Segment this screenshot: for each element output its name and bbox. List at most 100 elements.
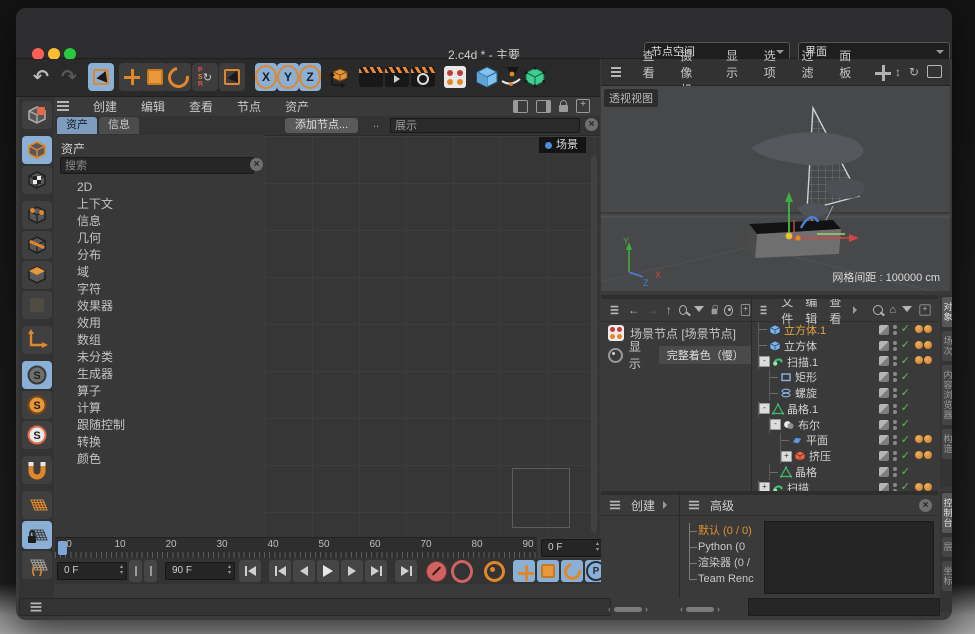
add-panel-icon[interactable]: + [576,99,590,113]
lock-icon[interactable] [711,308,716,314]
edit-state-icon[interactable] [879,483,889,491]
render-view-button[interactable] [358,63,384,91]
visibility-dots-icon[interactable] [893,356,897,366]
object-row[interactable]: -布尔✓ [752,417,938,433]
visibility-dots-icon[interactable] [893,451,897,461]
menu-icon[interactable] [57,105,69,107]
current-frame-field[interactable]: 0 F▴▾ [541,539,603,557]
object-name[interactable]: 平面 [806,432,828,448]
asset-category-item[interactable]: 效用 [55,315,243,332]
asset-category-item[interactable]: 未分类 [55,349,243,366]
object-row[interactable]: 平面 ✓ [752,433,938,449]
rail-align-workplane-button[interactable]: ( ) [22,551,52,579]
node-menu-item[interactable]: 编辑 [141,98,165,115]
radio-icon[interactable] [608,348,623,363]
edit-state-icon[interactable] [879,451,889,461]
undo-button[interactable]: ↶ [28,63,54,91]
asset-category-item[interactable]: 数组 [55,332,243,349]
rail-edge-mode-button[interactable] [22,231,52,259]
viewport-menu-icon[interactable] [611,71,621,73]
edit-state-icon[interactable] [879,420,889,430]
lock-icon[interactable] [559,105,568,112]
edit-state-icon[interactable] [879,404,889,414]
attr-menu-icon[interactable] [611,309,619,311]
create-panel-hscroll[interactable]: ‹› [608,602,648,616]
visibility-dots-icon[interactable] [893,404,897,414]
visibility-dots-icon[interactable] [893,483,897,491]
asset-category-item[interactable]: 生成器 [55,366,243,383]
tab-assets[interactable]: 资产 [57,117,97,134]
clear-filter-icon[interactable]: × [585,118,598,131]
pan-view-icon[interactable] [875,65,887,77]
enabled-check-icon[interactable]: ✓ [901,324,910,335]
y-axis-lock-button[interactable]: Y [277,63,299,91]
expander-icon[interactable]: - [759,356,770,367]
rail-uv-mode-button[interactable] [22,291,52,319]
visibility-dots-icon[interactable] [893,420,897,430]
live-selection-button[interactable] [88,63,114,91]
visibility-dots-icon[interactable] [893,341,897,351]
edit-state-icon[interactable] [879,435,889,445]
status-menu-icon[interactable] [31,606,42,608]
rail-points-mode-button[interactable] [22,201,52,229]
edit-state-icon[interactable] [879,341,889,351]
rail-snap-settings-button[interactable]: S [22,421,52,449]
visibility-dots-icon[interactable] [893,435,897,445]
asset-category-item[interactable]: 几何 [55,230,243,247]
node-menu-item[interactable]: 节点 [237,98,261,115]
object-row[interactable]: 晶格✓ [752,464,938,480]
goto-start-button[interactable] [239,560,261,582]
enabled-check-icon[interactable]: ✓ [901,435,910,446]
range-slider-right[interactable] [144,560,157,582]
asset-category-item[interactable]: 字符 [55,281,243,298]
autokey-button[interactable] [451,560,473,582]
console-tree-item[interactable]: 渲染器 (0 / [686,555,762,571]
advanced-panel-hscroll[interactable]: ‹› [680,602,720,616]
enabled-check-icon[interactable]: ✓ [901,340,910,351]
add-primitive-button[interactable] [474,63,500,91]
next-frame-button[interactable] [341,560,363,582]
rail-polygon-mode-button[interactable] [22,261,52,289]
display-mode-select[interactable]: 完整着色（慢） [659,346,751,364]
edit-state-icon[interactable] [879,356,889,366]
object-name[interactable]: 挤压 [809,448,831,464]
enabled-check-icon[interactable]: ✓ [901,372,910,383]
expander-icon[interactable]: + [759,482,770,491]
edit-state-icon[interactable] [879,467,889,477]
asset-category-item[interactable]: 域 [55,264,243,281]
object-name[interactable]: 扫描 [787,480,809,491]
asset-category-item[interactable]: 上下文 [55,196,243,213]
asset-category-item[interactable]: 效果器 [55,298,243,315]
asset-category-item[interactable]: 转换 [55,434,243,451]
dock-tab[interactable]: 控制台 [942,493,953,533]
search-icon[interactable] [873,305,883,315]
create-menu-icon[interactable] [610,504,620,506]
node-graph-canvas[interactable]: 场景 [265,135,600,538]
asset-category-item[interactable]: 2D [55,179,243,196]
rotate-view-icon[interactable]: ↻ [909,65,919,79]
range-slider-left[interactable] [129,560,142,582]
dock-tab[interactable]: 层 [942,537,953,557]
rotate-tool-button[interactable] [165,63,191,91]
rail-snap-mode-button[interactable]: S [22,391,52,419]
render-settings-button[interactable] [410,63,436,91]
object-row[interactable]: -扫描.1✓ [752,354,938,370]
dock-tab[interactable]: 构造 [942,429,953,459]
asset-category-item[interactable]: 算子 [55,383,243,400]
forward-icon[interactable]: → [647,304,659,316]
search-input[interactable] [60,157,254,174]
asset-category-item[interactable]: 计算 [55,400,243,417]
key-position-toggle[interactable] [513,560,535,582]
add-tab-icon[interactable]: + [741,304,750,316]
clear-search-icon[interactable]: × [250,158,263,171]
key-scale-toggle[interactable] [537,560,559,582]
close-panel-icon[interactable]: × [919,499,932,512]
tab-info[interactable]: 信息 [99,117,139,134]
path-home-icon[interactable]: ⌂ [889,304,896,316]
filter-icon[interactable] [694,306,704,317]
object-row[interactable]: 螺旋✓ [752,385,938,401]
enabled-check-icon[interactable]: ✓ [901,388,910,399]
panel-left-icon[interactable] [513,100,528,113]
selection-box-button[interactable] [219,63,245,91]
console-tree-item[interactable]: Python (0 [686,539,762,555]
